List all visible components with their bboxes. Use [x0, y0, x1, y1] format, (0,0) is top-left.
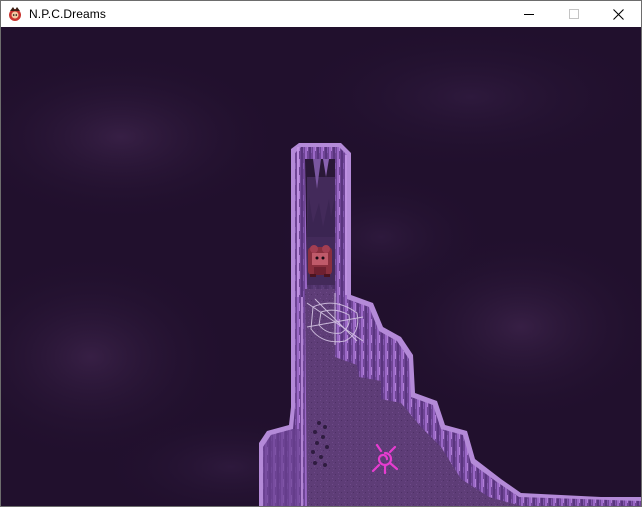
maximize-icon [568, 9, 579, 19]
window-controls [506, 1, 641, 27]
minimize-button[interactable] [506, 1, 551, 27]
close-icon [613, 8, 624, 20]
maximize-button[interactable] [551, 1, 596, 27]
window-title: N.P.C.Dreams [29, 7, 106, 21]
player-character-sprite[interactable] [308, 245, 332, 277]
game-viewport[interactable] [1, 27, 641, 506]
game-scene [1, 27, 641, 506]
title-bar[interactable]: N.P.C.Dreams [1, 1, 641, 27]
game-window: N.P.C.Dreams [0, 0, 642, 507]
close-button[interactable] [596, 1, 641, 27]
minimize-icon [523, 14, 534, 15]
app-icon [9, 7, 21, 21]
